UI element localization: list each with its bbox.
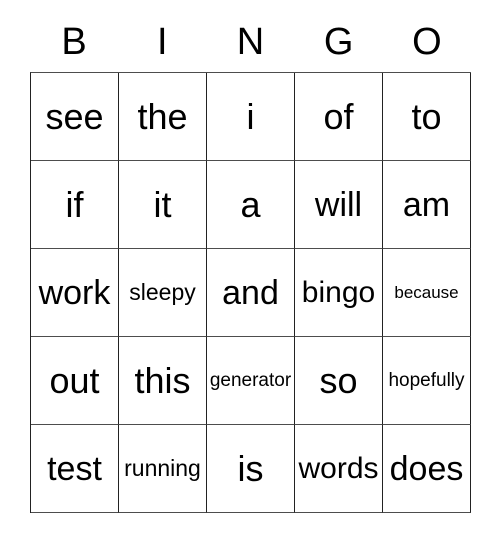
bingo-cell-r2c1[interactable]: if	[31, 161, 119, 249]
bingo-cell-label: to	[411, 95, 442, 137]
bingo-cell-label: hopefully	[388, 370, 465, 391]
bingo-cell-label: of	[323, 95, 354, 137]
bingo-cell-label: the	[137, 95, 188, 137]
bingo-cell-r5c1[interactable]: test	[31, 425, 119, 513]
bingo-cell-label: words	[298, 451, 379, 485]
bingo-cell-r2c2[interactable]: it	[119, 161, 207, 249]
bingo-cell-r3c5[interactable]: because	[383, 249, 471, 337]
bingo-cell-r2c3[interactable]: a	[207, 161, 295, 249]
bingo-cell-label: because	[394, 283, 459, 302]
header-letter-n: N	[236, 21, 265, 63]
bingo-cell-label: test	[47, 449, 102, 488]
bingo-cell-r2c5[interactable]: am	[383, 161, 471, 249]
bingo-cell-label: is	[237, 447, 264, 489]
bingo-cell-r1c3[interactable]: i	[207, 73, 295, 161]
bingo-cell-label: if	[65, 183, 84, 225]
bingo-cell-r1c5[interactable]: to	[383, 73, 471, 161]
bingo-cell-r4c1[interactable]: out	[31, 337, 119, 425]
bingo-header-row: B I N G O	[30, 12, 471, 72]
bingo-cell-label: this	[134, 359, 191, 401]
bingo-cell-r5c5[interactable]: does	[383, 425, 471, 513]
bingo-cell-r1c1[interactable]: see	[31, 73, 119, 161]
bingo-cell-r4c2[interactable]: this	[119, 337, 207, 425]
bingo-grid: see the i of to if it a will am work sle…	[30, 72, 471, 513]
header-letter-o: O	[412, 21, 442, 63]
bingo-cell-label: generator	[209, 370, 292, 391]
bingo-cell-label: sleepy	[129, 279, 196, 305]
bingo-cell-label: bingo	[301, 275, 376, 309]
bingo-cell-r1c4[interactable]: of	[295, 73, 383, 161]
bingo-cell-label: work	[38, 273, 111, 312]
bingo-cell-label: running	[124, 455, 201, 481]
bingo-cell-r5c3[interactable]: is	[207, 425, 295, 513]
bingo-cell-label: am	[402, 185, 451, 224]
bingo-cell-r3c2[interactable]: sleepy	[119, 249, 207, 337]
header-letter-i: I	[157, 21, 168, 63]
header-letter-b: B	[61, 21, 87, 63]
bingo-cell-label: so	[319, 359, 358, 401]
bingo-cell-r3c1[interactable]: work	[31, 249, 119, 337]
bingo-cell-r4c4[interactable]: so	[295, 337, 383, 425]
bingo-card: B I N G O see the i of to if it a will a…	[30, 12, 471, 513]
header-letter-g: G	[323, 21, 354, 63]
bingo-cell-label: does	[389, 449, 464, 488]
bingo-cell-r1c2[interactable]: the	[119, 73, 207, 161]
bingo-cell-r3c3[interactable]: and	[207, 249, 295, 337]
bingo-cell-label: will	[314, 185, 363, 224]
bingo-cell-label: and	[222, 273, 279, 312]
bingo-cell-label: a	[240, 183, 261, 225]
bingo-cell-r4c5[interactable]: hopefully	[383, 337, 471, 425]
bingo-cell-r5c2[interactable]: running	[119, 425, 207, 513]
bingo-cell-r2c4[interactable]: will	[295, 161, 383, 249]
bingo-cell-r5c4[interactable]: words	[295, 425, 383, 513]
bingo-cell-label: out	[49, 359, 100, 401]
bingo-cell-r4c3[interactable]: generator	[207, 337, 295, 425]
bingo-cell-label: see	[45, 95, 104, 137]
bingo-cell-label: it	[153, 183, 172, 225]
bingo-cell-label: i	[246, 95, 255, 137]
bingo-cell-r3c4[interactable]: bingo	[295, 249, 383, 337]
